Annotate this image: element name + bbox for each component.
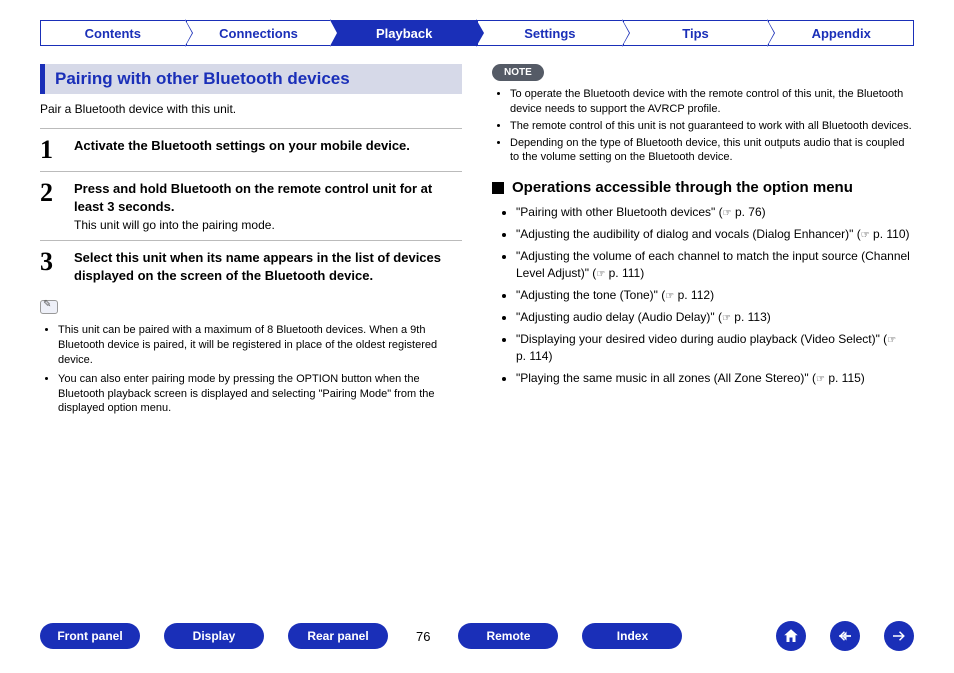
- step-description: This unit will go into the pairing mode.: [74, 218, 462, 232]
- prev-page-button[interactable]: [830, 621, 860, 651]
- note-item: To operate the Bluetooth device with the…: [510, 87, 914, 117]
- right-column: NOTE To operate the Bluetooth device wit…: [492, 64, 914, 420]
- arrow-left-icon: [836, 627, 854, 645]
- tab-connections[interactable]: Connections: [186, 20, 332, 46]
- footer-nav: Front panel Display Rear panel 76 Remote…: [40, 621, 914, 651]
- tab-settings[interactable]: Settings: [477, 20, 623, 46]
- note-item: The remote control of this unit is not g…: [510, 119, 914, 134]
- tip-item: This unit can be paired with a maximum o…: [58, 323, 462, 368]
- tip-list: This unit can be paired with a maximum o…: [40, 323, 462, 416]
- note-list: To operate the Bluetooth device with the…: [492, 87, 914, 165]
- nav-index[interactable]: Index: [582, 623, 682, 649]
- option-item[interactable]: "Adjusting the tone (Tone)" (☞ p. 112): [516, 287, 914, 304]
- option-list: "Pairing with other Bluetooth devices" (…: [492, 204, 914, 387]
- page-ref-icon: ☞: [723, 208, 732, 219]
- square-bullet-icon: [492, 182, 504, 194]
- page-ref-icon: ☞: [861, 230, 870, 241]
- option-menu-header-text: Operations accessible through the option…: [512, 179, 853, 196]
- tip-item: You can also enter pairing mode by press…: [58, 372, 462, 417]
- nav-front-panel[interactable]: Front panel: [40, 623, 140, 649]
- arrow-right-icon: [890, 627, 908, 645]
- tab-tips[interactable]: Tips: [623, 20, 769, 46]
- option-item[interactable]: "Adjusting the volume of each channel to…: [516, 248, 914, 282]
- step-3: 3 Select this unit when its name appears…: [40, 240, 462, 292]
- content-area: Pairing with other Bluetooth devices Pai…: [0, 46, 954, 420]
- option-item[interactable]: "Playing the same music in all zones (Al…: [516, 370, 914, 387]
- page-number: 76: [412, 629, 434, 644]
- nav-remote[interactable]: Remote: [458, 623, 558, 649]
- step-number: 3: [40, 249, 74, 275]
- step-2: 2 Press and hold Bluetooth on the remote…: [40, 171, 462, 240]
- note-item: Depending on the type of Bluetooth devic…: [510, 136, 914, 166]
- note-badge: NOTE: [492, 64, 544, 81]
- option-item[interactable]: "Adjusting audio delay (Audio Delay)" (☞…: [516, 309, 914, 326]
- page-ref-icon: ☞: [816, 374, 825, 385]
- option-item[interactable]: "Displaying your desired video during au…: [516, 331, 914, 365]
- section-title: Pairing with other Bluetooth devices: [40, 64, 462, 94]
- page-ref-icon: ☞: [722, 313, 731, 324]
- left-column: Pairing with other Bluetooth devices Pai…: [40, 64, 462, 420]
- tab-playback[interactable]: Playback: [331, 20, 477, 46]
- option-item[interactable]: "Pairing with other Bluetooth devices" (…: [516, 204, 914, 221]
- step-number: 1: [40, 137, 74, 163]
- nav-rear-panel[interactable]: Rear panel: [288, 623, 388, 649]
- top-tab-bar: Contents Connections Playback Settings T…: [0, 0, 954, 46]
- step-number: 2: [40, 180, 74, 206]
- step-title: Select this unit when its name appears i…: [74, 249, 462, 284]
- page-ref-icon: ☞: [665, 291, 674, 302]
- step-title: Press and hold Bluetooth on the remote c…: [74, 180, 462, 215]
- home-icon: [782, 627, 800, 645]
- tip-icon: [40, 300, 58, 314]
- nav-display[interactable]: Display: [164, 623, 264, 649]
- intro-text: Pair a Bluetooth device with this unit.: [40, 102, 462, 116]
- step-1: 1 Activate the Bluetooth settings on you…: [40, 128, 462, 171]
- home-button[interactable]: [776, 621, 806, 651]
- page-ref-icon: ☞: [596, 269, 605, 280]
- page-ref-icon: ☞: [887, 335, 896, 346]
- tab-appendix[interactable]: Appendix: [768, 20, 914, 46]
- option-menu-header: Operations accessible through the option…: [492, 179, 914, 196]
- step-title: Activate the Bluetooth settings on your …: [74, 137, 462, 155]
- tab-contents[interactable]: Contents: [40, 20, 186, 46]
- option-item[interactable]: "Adjusting the audibility of dialog and …: [516, 226, 914, 243]
- next-page-button[interactable]: [884, 621, 914, 651]
